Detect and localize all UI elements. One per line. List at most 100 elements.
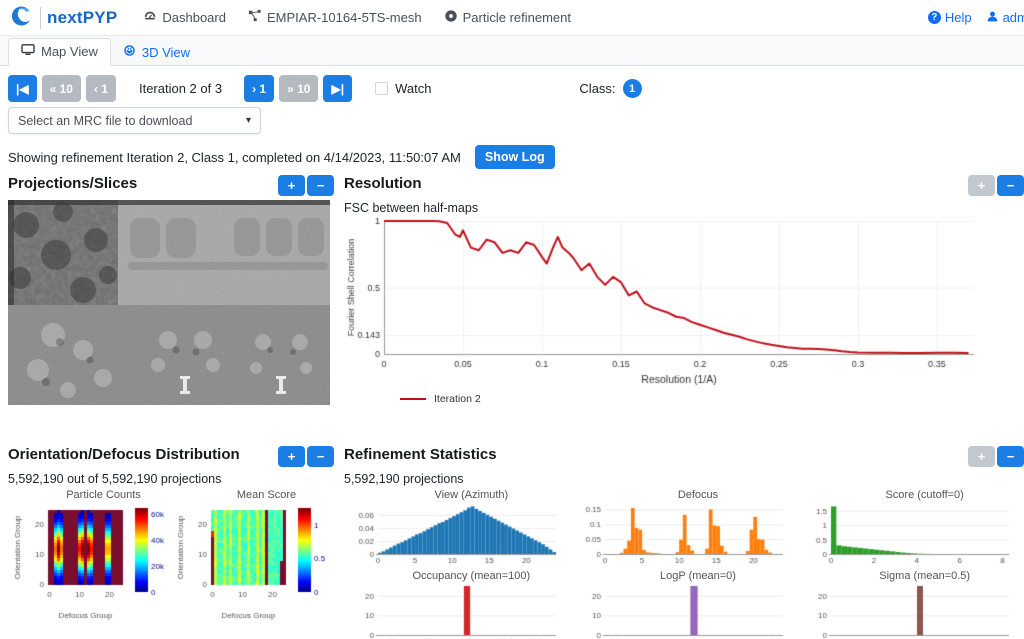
em-projections-image [8, 200, 330, 405]
user-icon [986, 10, 999, 26]
legend-label: Iteration 2 [434, 393, 481, 405]
view-tabbar: Map View 3D View [0, 36, 1024, 66]
class-control: Class: 1 [579, 79, 642, 98]
statistics-zoom-out-button[interactable]: − [997, 446, 1024, 467]
score-cell: Score (cutoff=0) [797, 489, 1024, 566]
occupancy-cell: Occupancy (mean=100) [344, 570, 571, 639]
nav-project-label: EMPIAR-10164-5TS-mesh [266, 10, 422, 25]
iteration-controls: |◀ « 10 ‹ 1 Iteration 2 of 3 › 1 » 10 ▶|… [8, 75, 1016, 102]
resolution-zoom-in-button[interactable]: + [968, 175, 995, 196]
logp-histogram [570, 583, 791, 639]
statistics-subtitle: 5,592,190 projections [344, 472, 464, 486]
sigma-histogram [797, 583, 1018, 639]
projections-zoom-out-button[interactable]: − [307, 175, 334, 196]
mean-score-title: Mean Score [236, 489, 297, 501]
statistics-zoom-controls: + − [968, 446, 1024, 467]
nav-particle-refinement-label: Particle refinement [462, 10, 571, 25]
orientation-zoom-controls: + − [278, 446, 334, 467]
dashboard-gauge-icon [143, 9, 157, 26]
nextpyp-brand[interactable]: nextPYP [10, 3, 117, 32]
mean-score-figure: Mean Score [171, 489, 334, 639]
iteration-label: Iteration 2 of 3 [138, 81, 223, 96]
nextpyp-logo-icon [10, 3, 34, 32]
orientation-panel-title: Orientation/Defocus Distribution [8, 446, 240, 463]
particle-counts-title: Particle Counts [66, 489, 141, 501]
forward-1-iteration-button[interactable]: › 1 [244, 75, 275, 102]
occupancy-title: Occupancy (mean=100) [412, 570, 531, 582]
show-log-button[interactable]: Show Log [474, 145, 555, 169]
brand-divider [40, 6, 41, 29]
orientation-zoom-in-button[interactable]: + [278, 446, 305, 467]
projections-zoom-in-button[interactable]: + [278, 175, 305, 196]
view-azimuth-title: View (Azimuth) [434, 489, 509, 501]
status-row: Showing refinement Iteration 2, Class 1,… [8, 145, 1016, 169]
nav-particle-refinement[interactable]: Particle refinement [444, 9, 571, 26]
class-label: Class: [579, 81, 616, 96]
particle-counts-figure: Particle Counts [8, 489, 171, 639]
resolution-zoom-controls: + − [968, 175, 1024, 196]
tab-3d-view[interactable]: 3D View [111, 39, 202, 66]
fsc-legend: Iteration 2 [400, 393, 1024, 405]
user-menu[interactable]: admin [986, 10, 1024, 26]
help-link[interactable]: ? Help [927, 10, 972, 25]
watch-checkbox[interactable] [375, 82, 389, 95]
chevron-down-icon: ▾ [245, 115, 251, 126]
tab-3d-view-label: 3D View [141, 44, 191, 60]
mrc-file-dropdown[interactable]: Select an MRC file to download ▾ [8, 107, 261, 134]
sigma-cell: Sigma (mean=0.5) [797, 570, 1024, 639]
orientation-subtitle: 5,592,190 out of 5,592,190 projections [8, 472, 222, 486]
score-title: Score (cutoff=0) [885, 489, 964, 501]
statistics-grid: View (Azimuth) Defocus Score (cutoff=0) … [344, 489, 1024, 639]
back-10-iterations-button[interactable]: « 10 [41, 75, 81, 102]
legend-line-red [400, 398, 426, 400]
first-iteration-button[interactable]: |◀ [8, 75, 37, 102]
main-grid: Projections/Slices + − Resolution + − FS… [8, 175, 1024, 639]
projections-panel: Projections/Slices + − [8, 175, 334, 440]
particle-target-icon [444, 9, 458, 26]
watch-label: Watch [395, 81, 432, 96]
user-label: admin [1002, 10, 1024, 25]
logp-cell: LogP (mean=0) [570, 570, 798, 639]
top-navbar: nextPYP Dashboard EMPIAR-10164-5TS-mesh … [0, 0, 1024, 36]
back-1-iteration-button[interactable]: ‹ 1 [85, 75, 116, 102]
heatmap-row: Particle Counts Mean Score [8, 489, 334, 639]
nav-project[interactable]: EMPIAR-10164-5TS-mesh [248, 9, 422, 26]
brand-name: nextPYP [47, 7, 118, 27]
tab-map-view-label: Map View [41, 44, 98, 59]
help-label: Help [944, 10, 972, 25]
sigma-title: Sigma (mean=0.5) [879, 570, 971, 582]
project-network-icon [248, 9, 262, 26]
nav-dashboard-label: Dashboard [162, 10, 226, 25]
tab-map-view[interactable]: Map View [8, 38, 111, 66]
logp-title: LogP (mean=0) [660, 570, 736, 582]
view-azimuth-cell: View (Azimuth) [344, 489, 571, 566]
fsc-chart [344, 215, 1024, 391]
class-1-badge[interactable]: 1 [622, 79, 642, 98]
defocus-histogram [570, 502, 791, 566]
orientation-defocus-panel: Orientation/Defocus Distribution + − 5,5… [8, 440, 334, 639]
projections-zoom-controls: + − [278, 175, 334, 196]
defocus-title: Defocus [677, 489, 719, 501]
navbar-right: ? Help admin [927, 10, 1024, 26]
score-histogram [797, 502, 1018, 566]
refinement-status-text: Showing refinement Iteration 2, Class 1,… [8, 149, 461, 165]
orientation-zoom-out-button[interactable]: − [307, 446, 334, 467]
cube-3d-icon [123, 44, 136, 60]
watch-control: Watch [375, 81, 431, 96]
view-azimuth-histogram [344, 502, 564, 566]
last-iteration-button[interactable]: ▶| [323, 75, 353, 102]
fsc-subtitle: FSC between half-maps [344, 201, 479, 215]
mean-score-heatmap [171, 502, 334, 639]
defocus-cell: Defocus [570, 489, 798, 566]
occupancy-histogram [344, 583, 564, 639]
page-content: |◀ « 10 ‹ 1 Iteration 2 of 3 › 1 » 10 ▶|… [0, 75, 1024, 639]
forward-10-iterations-button[interactable]: » 10 [279, 75, 319, 102]
resolution-zoom-out-button[interactable]: − [997, 175, 1024, 196]
particle-counts-heatmap [8, 502, 171, 639]
mrc-file-dropdown-value: Select an MRC file to download [18, 113, 193, 128]
projections-panel-title: Projections/Slices [8, 175, 138, 192]
resolution-panel: Resolution + − FSC between half-maps Ite… [344, 175, 1024, 440]
help-icon: ? [927, 11, 941, 24]
nav-dashboard[interactable]: Dashboard [143, 9, 226, 26]
statistics-zoom-in-button[interactable]: + [968, 446, 995, 467]
